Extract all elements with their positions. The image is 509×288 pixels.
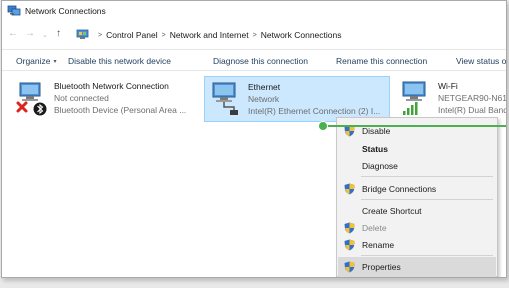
window-title: Network Connections bbox=[25, 6, 106, 16]
menu-item-label: Rename bbox=[362, 240, 395, 250]
menu-item-diagnose[interactable]: Diagnose bbox=[338, 156, 496, 176]
connection-device: Bluetooth Device (Personal Area ... bbox=[54, 105, 187, 115]
up-button[interactable]: ↑ bbox=[56, 27, 61, 41]
address-bar: ← → ⌄ ↑ > Control Panel > Network and Inter… bbox=[2, 25, 506, 45]
chevron-down-icon: ▾ bbox=[53, 59, 57, 65]
uac-shield-icon bbox=[344, 222, 355, 234]
uac-shield-icon bbox=[344, 183, 355, 195]
breadcrumb-separator: > bbox=[98, 32, 103, 39]
connection-item-bluetooth[interactable]: Bluetooth Network Connection Not connect… bbox=[14, 77, 198, 121]
context-menu: Disable Status Diagnose Bridge Connectio… bbox=[336, 117, 498, 277]
connection-name: Wi-Fi bbox=[438, 81, 458, 91]
menu-item-label: Bridge Connections bbox=[362, 184, 437, 194]
breadcrumb-network-connections[interactable]: Network Connections bbox=[261, 30, 342, 40]
connection-item-ethernet[interactable]: Ethernet Network Intel(R) Ethernet Conne… bbox=[204, 76, 390, 122]
menu-separator bbox=[361, 176, 493, 177]
recent-locations-dropdown[interactable]: ⌄ bbox=[42, 29, 48, 43]
connection-name: Ethernet bbox=[248, 82, 281, 92]
menu-item-rename[interactable]: Rename bbox=[338, 235, 496, 255]
connection-status: Network bbox=[248, 94, 280, 104]
disable-device-button[interactable]: Disable this network device bbox=[68, 56, 171, 66]
connection-details: Ethernet Network Intel(R) Ethernet Conne… bbox=[248, 81, 380, 117]
breadcrumb-separator: > bbox=[161, 32, 166, 39]
breadcrumb-separator: > bbox=[252, 32, 257, 39]
callout-pointer-line bbox=[322, 125, 506, 127]
connection-item-wifi[interactable]: Wi-Fi NETGEAR90-N61 Intel(R) Dual Band bbox=[398, 77, 507, 121]
callout-pointer-dot bbox=[318, 121, 328, 131]
connection-name: Bluetooth Network Connection bbox=[54, 81, 169, 91]
connection-details: Bluetooth Network Connection Not connect… bbox=[54, 80, 186, 116]
menu-separator bbox=[361, 255, 493, 256]
menu-item-properties[interactable]: Properties bbox=[338, 257, 496, 277]
uac-shield-icon bbox=[344, 239, 355, 251]
connection-status: NETGEAR90-N61 bbox=[438, 93, 507, 103]
rename-connection-button[interactable]: Rename this connection bbox=[336, 56, 427, 66]
diagnose-connection-button[interactable]: Diagnose this connection bbox=[213, 56, 308, 66]
wifi-network-icon bbox=[402, 81, 426, 115]
view-status-button[interactable]: View status o bbox=[456, 56, 506, 66]
organize-menu-button[interactable]: Organize ▾ bbox=[16, 56, 57, 66]
bluetooth-network-icon bbox=[16, 82, 47, 116]
breadcrumb-network-and-internet[interactable]: Network and Internet bbox=[170, 30, 249, 40]
connection-device: Intel(R) Dual Band bbox=[438, 105, 507, 115]
menu-item-bridge-connections[interactable]: Bridge Connections bbox=[338, 179, 496, 199]
forward-button[interactable]: → bbox=[25, 27, 35, 41]
command-toolbar: Organize ▾ Disable this network device Di… bbox=[2, 49, 506, 71]
network-connections-window: Network Connections ← → ⌄ ↑ > Control Pan… bbox=[1, 0, 507, 278]
uac-shield-icon bbox=[344, 261, 355, 273]
ethernet-network-icon bbox=[212, 82, 238, 115]
menu-item-disable[interactable]: Disable bbox=[338, 121, 496, 141]
breadcrumb-control-panel[interactable]: Control Panel bbox=[106, 30, 158, 40]
menu-item-label: Properties bbox=[362, 262, 401, 272]
menu-item-label: Diagnose bbox=[362, 161, 398, 171]
control-panel-icon bbox=[76, 29, 89, 39]
title-bar: Network Connections bbox=[2, 1, 506, 22]
menu-item-label: Delete bbox=[362, 223, 387, 233]
organize-label: Organize bbox=[16, 56, 51, 66]
connection-details: Wi-Fi NETGEAR90-N61 Intel(R) Dual Band bbox=[438, 80, 507, 116]
network-connections-icon bbox=[7, 5, 21, 16]
menu-item-label: Create Shortcut bbox=[362, 206, 422, 216]
menu-separator bbox=[361, 199, 493, 200]
connection-status: Not connected bbox=[54, 93, 109, 103]
connection-device: Intel(R) Ethernet Connection (2) I... bbox=[248, 106, 381, 116]
back-button[interactable]: ← bbox=[8, 27, 18, 41]
breadcrumb: > Control Panel > Network and Internet > Netw… bbox=[94, 30, 342, 40]
menu-item-label: Status bbox=[362, 144, 388, 154]
menu-item-label: Disable bbox=[362, 126, 391, 136]
